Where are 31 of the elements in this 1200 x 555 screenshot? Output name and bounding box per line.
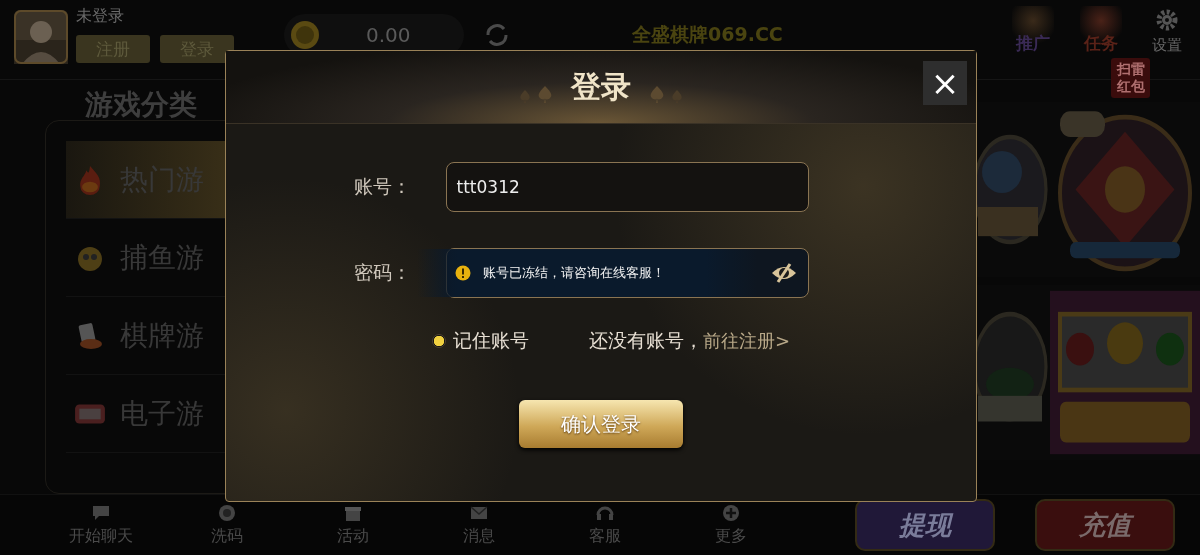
chat-bubble-icon [91,503,111,523]
withdraw-button[interactable]: 提现 [855,499,995,551]
account-label: 账号： [353,174,412,199]
settings-button[interactable]: 设置 [1148,6,1186,55]
shortcut-button[interactable]: 任务 [1080,6,1122,55]
register-prompt: 还没有账号， [588,328,703,353]
nav-button[interactable]: 洗码 [164,503,290,547]
nav-button[interactable]: 消息 [416,503,542,547]
plus-icon [721,503,741,523]
nav-button[interactable]: 更多 [668,503,794,547]
user-status: 未登录 [76,6,125,27]
dialog-title: 登录 [571,67,631,106]
account-field[interactable]: ttt0312 [445,162,809,212]
nav-button[interactable]: 活动 [290,503,416,547]
coin-icon [217,503,237,523]
deposit-button[interactable]: 充值 [1035,499,1175,551]
password-label: 密码： [353,260,412,285]
nav-button[interactable]: 开始聊天 [38,503,164,547]
settings-icon [1155,8,1179,32]
nav-button[interactable]: 客服 [542,503,668,547]
register-link[interactable]: 前往注册> [702,329,791,353]
confirm-login-button[interactable]: 确认登录 [519,400,683,448]
remember-checkbox[interactable]: 记住账号 [431,328,529,354]
coin-icon [290,20,320,50]
site-title: 全盛棋牌069.CC [632,22,783,47]
promo-badge[interactable]: 扫雷红包 [1111,58,1150,98]
warning-icon [454,265,471,281]
balance-amount: 0.00 [366,23,411,47]
shortcut-button[interactable]: 推广 [1012,6,1054,55]
toast-message: 账号已冻结，请咨询在线客服！ [482,264,665,282]
close-button[interactable]: × [923,61,967,105]
